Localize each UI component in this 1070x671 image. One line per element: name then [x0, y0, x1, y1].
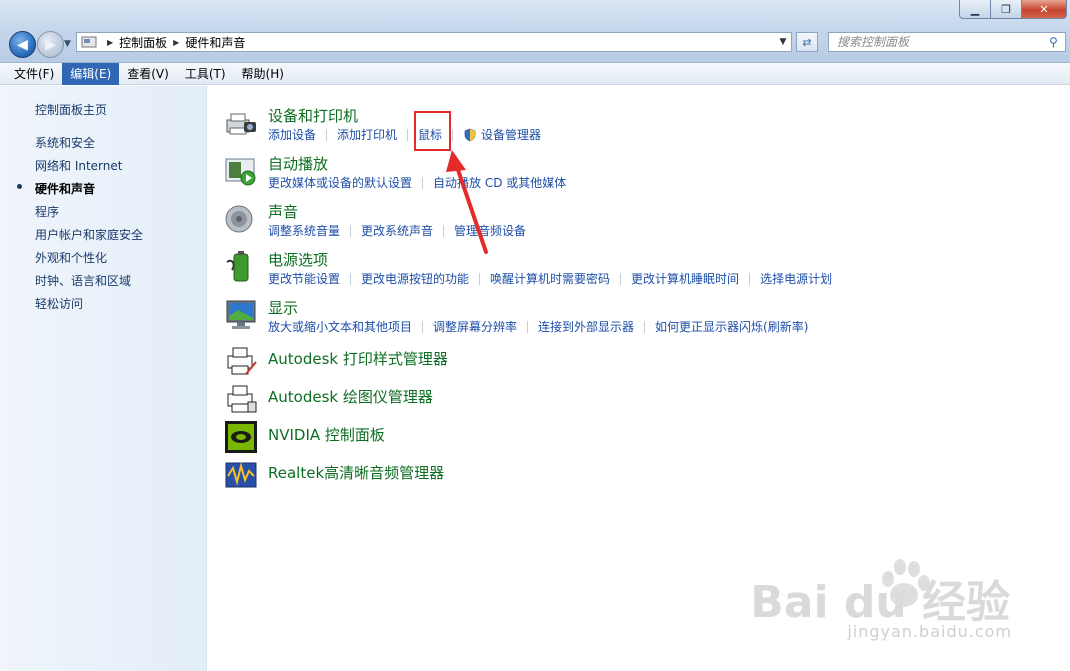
link-fix-flicker[interactable]: 如何更正显示器闪烁(刷新率) [655, 318, 808, 335]
battery-power-icon[interactable] [224, 250, 258, 284]
back-arrow-icon: ◀ [17, 36, 28, 53]
link-change-sleep-time[interactable]: 更改计算机睡眠时间 [631, 270, 739, 287]
sidebar-item-appearance[interactable]: 外观和个性化 [35, 249, 107, 266]
highlight-box [414, 111, 451, 151]
link-power-button-function[interactable]: 更改电源按钮的功能 [361, 270, 469, 287]
autodesk-plot-style-icon[interactable] [224, 344, 258, 378]
link-change-system-sounds[interactable]: 更改系统声音 [361, 222, 433, 239]
menu-edit[interactable]: 编辑(E) [62, 62, 120, 85]
refresh-button[interactable]: ⇄ [796, 32, 818, 52]
link-separator [350, 224, 352, 237]
category-title-autoplay[interactable]: 自动播放 [268, 153, 328, 174]
link-separator [407, 128, 409, 141]
minimize-button[interactable]: ▁ [959, 0, 991, 19]
link-change-power-saving[interactable]: 更改节能设置 [268, 270, 340, 287]
link-device-manager[interactable]: 设备管理器 [481, 126, 541, 143]
menu-help[interactable]: 帮助(H) [234, 63, 292, 85]
autodesk-plotter-icon[interactable] [224, 382, 258, 416]
link-adjust-volume[interactable]: 调整系统音量 [268, 222, 340, 239]
uac-shield-icon [464, 128, 476, 141]
menu-tools[interactable]: 工具(T) [177, 63, 234, 85]
window-controls: ▁ ❐ ✕ [959, 0, 1067, 19]
menu-file[interactable]: 文件(F) [6, 63, 62, 85]
link-change-media-defaults[interactable]: 更改媒体或设备的默认设置 [268, 174, 412, 191]
link-separator [422, 176, 424, 189]
links-display: 放大或缩小文本和其他项目 调整屏幕分辨率 连接到外部显示器 如何更正显示器闪烁(… [268, 318, 808, 335]
sidebar-item-programs[interactable]: 程序 [35, 203, 59, 220]
link-separator [326, 128, 328, 141]
sidebar-item-user-accounts[interactable]: 用户帐户和家庭安全 [35, 226, 143, 243]
breadcrumb-hardware-sound[interactable]: 硬件和声音 [185, 34, 245, 51]
sidebar-item-clock-region[interactable]: 时钟、语言和区域 [35, 272, 131, 289]
link-separator [644, 320, 646, 333]
link-separator [452, 128, 454, 141]
sidebar-item-network[interactable]: 网络和 Internet [35, 157, 122, 174]
links-power: 更改节能设置 更改电源按钮的功能 唤醒计算机时需要密码 更改计算机睡眠时间 选择… [268, 270, 832, 287]
realtek-audio-icon[interactable] [224, 458, 258, 492]
control-panel-icon [81, 36, 97, 48]
watermark-url: jingyan.baidu.com [847, 622, 1012, 641]
link-add-device[interactable]: 添加设备 [268, 126, 316, 143]
category-title-devices-printers[interactable]: 设备和打印机 [268, 105, 358, 126]
breadcrumb-arrow-icon: ▶ [173, 37, 180, 47]
links-autoplay: 更改媒体或设备的默认设置 自动播放 CD 或其他媒体 [268, 174, 566, 191]
search-box[interactable]: ⚲ [828, 32, 1066, 52]
forward-arrow-icon: ▶ [45, 36, 56, 53]
autoplay-icon[interactable] [224, 154, 258, 188]
link-separator [620, 272, 622, 285]
nvidia-icon[interactable] [224, 420, 258, 454]
menu-view[interactable]: 查看(V) [119, 63, 177, 85]
item-autodesk-plot-style[interactable]: Autodesk 打印样式管理器 [268, 348, 448, 369]
watermark-brand: Bai du 经验 [750, 577, 1010, 628]
maximize-button[interactable]: ❐ [991, 0, 1022, 19]
breadcrumb-arrow-icon: ▶ [107, 37, 114, 47]
link-add-printer[interactable]: 添加打印机 [337, 126, 397, 143]
window-chrome: ▁ ❐ ✕ ◀ ▶ ▼ ▶ 控制面板 ▶ 硬件和声音 ▼ ⇄ ⚲ [0, 0, 1070, 63]
forward-button[interactable]: ▶ [37, 31, 64, 58]
recent-pages-dropdown[interactable]: ▼ [64, 39, 71, 49]
link-text-size[interactable]: 放大或缩小文本和其他项目 [268, 318, 412, 335]
category-title-sound[interactable]: 声音 [268, 201, 298, 222]
printer-camera-icon[interactable] [224, 106, 258, 140]
sidebar-item-system-security[interactable]: 系统和安全 [35, 134, 95, 151]
close-button[interactable]: ✕ [1022, 0, 1067, 19]
link-choose-power-plan[interactable]: 选择电源计划 [760, 270, 832, 287]
item-autodesk-plotter[interactable]: Autodesk 绘图仪管理器 [268, 386, 433, 407]
category-title-display[interactable]: 显示 [268, 297, 298, 318]
menu-bar: 文件(F) 编辑(E) 查看(V) 工具(T) 帮助(H) [0, 62, 1070, 85]
search-input[interactable] [829, 34, 1049, 50]
current-item-bullet-icon [17, 184, 22, 189]
link-separator [350, 272, 352, 285]
refresh-icon: ⇄ [802, 35, 812, 49]
sidebar-item-hardware-sound: 硬件和声音 [35, 182, 96, 196]
link-external-display[interactable]: 连接到外部显示器 [538, 318, 634, 335]
breadcrumb-control-panel[interactable]: 控制面板 [119, 34, 167, 51]
link-separator [749, 272, 751, 285]
link-screen-resolution[interactable]: 调整屏幕分辨率 [433, 318, 517, 335]
link-separator [527, 320, 529, 333]
speaker-icon[interactable] [224, 202, 258, 236]
sidebar-item-home[interactable]: 控制面板主页 [35, 101, 107, 118]
links-devices-printers: 添加设备 添加打印机 鼠标 设备管理器 [268, 126, 541, 143]
sidebar-item-ease-of-access[interactable]: 轻松访问 [35, 295, 83, 312]
back-button[interactable]: ◀ [9, 31, 36, 58]
search-icon[interactable]: ⚲ [1049, 35, 1065, 49]
item-realtek-audio-manager[interactable]: Realtek高清晰音频管理器 [268, 462, 444, 483]
link-separator [479, 272, 481, 285]
item-nvidia-control-panel[interactable]: NVIDIA 控制面板 [268, 424, 385, 445]
address-bar[interactable]: ▶ 控制面板 ▶ 硬件和声音 ▼ [76, 32, 792, 52]
monitor-icon[interactable] [224, 298, 258, 332]
sidebar: 控制面板主页 系统和安全 网络和 Internet 硬件和声音 程序 用户帐户和… [0, 86, 207, 671]
link-require-password-wake[interactable]: 唤醒计算机时需要密码 [490, 270, 610, 287]
link-separator [422, 320, 424, 333]
address-dropdown-icon[interactable]: ▼ [775, 37, 791, 47]
category-title-power[interactable]: 电源选项 [268, 249, 328, 270]
annotation-arrow-icon [446, 150, 488, 254]
